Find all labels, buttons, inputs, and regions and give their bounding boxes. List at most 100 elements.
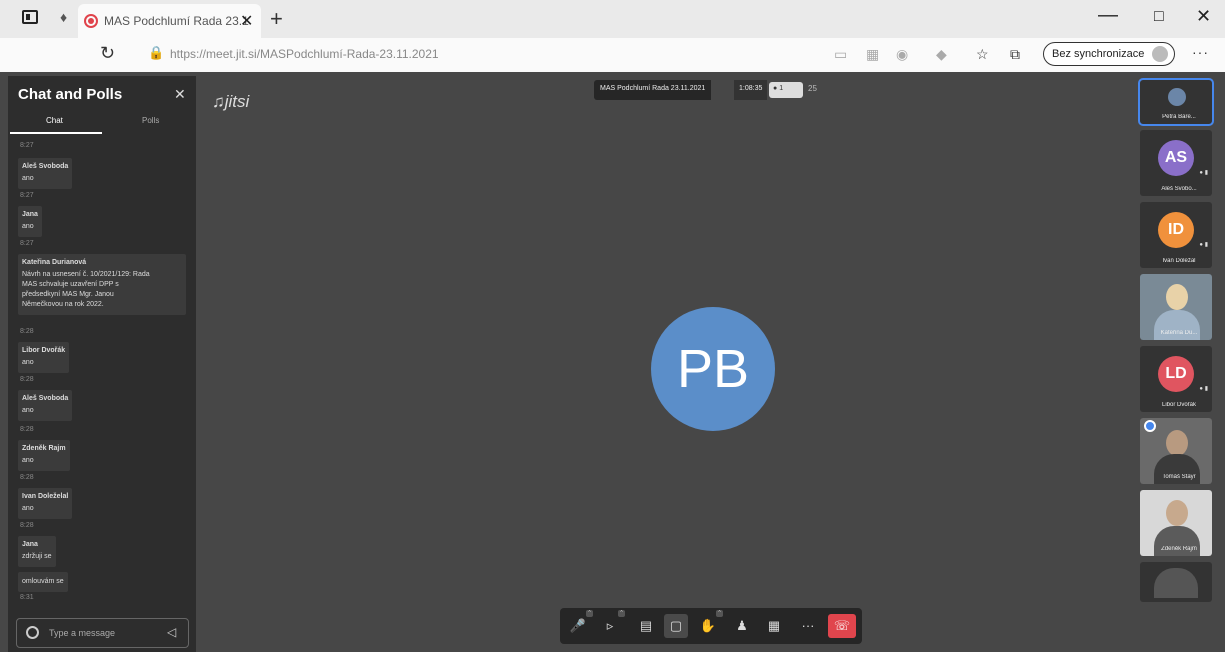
- message-text: ano: [22, 359, 34, 366]
- message-time: 8:27: [20, 240, 34, 247]
- message-time: 8:28: [20, 522, 34, 529]
- message-sender: Ivan Doleželal: [22, 493, 69, 500]
- message-text: ano: [22, 457, 34, 464]
- dominant-speaker-avatar: PB: [651, 307, 775, 431]
- jitsi-logo[interactable]: ♫jitsi: [212, 92, 249, 112]
- message-sender: Zdeněk Rajm: [22, 445, 66, 452]
- chat-message: Kateřina Durianová Návrh na usnesení č. …: [18, 254, 186, 315]
- more-icon[interactable]: ···: [796, 614, 820, 638]
- signal-icon: ● ▮: [1199, 386, 1208, 392]
- message-text: zdržuji se: [22, 553, 52, 560]
- message-text: ano: [22, 223, 34, 230]
- raise-hand-icon[interactable]: ✋: [696, 614, 720, 638]
- meeting-duration: 1:08:35: [734, 80, 768, 100]
- new-tab-icon[interactable]: +: [270, 6, 283, 32]
- avatar: AS: [1158, 140, 1194, 176]
- split-screen-icon[interactable]: ▭: [834, 46, 847, 63]
- lock-icon[interactable]: 🔒: [148, 45, 164, 61]
- favorites-icon[interactable]: ☆: [976, 46, 989, 63]
- avatar: ID: [1158, 212, 1194, 248]
- chat-close-icon[interactable]: ✕: [174, 86, 186, 103]
- message-sender: Kateřina Durianová: [22, 259, 87, 266]
- tab-title: MAS Podchlumí Rada 23.1: [104, 14, 249, 28]
- chat-icon[interactable]: ▢: [664, 614, 688, 638]
- participant-tile[interactable]: ID ● ▮ Ivan Doležal: [1140, 202, 1212, 268]
- emoji-icon[interactable]: [26, 626, 39, 639]
- message-line: Němečkovou na rok 2022.: [22, 301, 104, 308]
- participant-name: Ivan Doležal: [1162, 258, 1196, 264]
- participants-count-value: 1: [779, 85, 784, 92]
- avatar: [1168, 88, 1186, 106]
- participants-count[interactable]: ● 1: [769, 82, 803, 98]
- mic-options-icon[interactable]: ^: [586, 610, 593, 617]
- tab-actions-icon[interactable]: [22, 10, 38, 24]
- meeting-toolbar: 🎤 ^ ▹ ^ ▤ ▢ ✋ ^ ♟ ▦ ··· ☏: [560, 608, 862, 644]
- message-time: 8:28: [20, 328, 34, 335]
- camera-off-icon[interactable]: ▹: [598, 614, 622, 638]
- tile-view-icon[interactable]: ▦: [762, 614, 786, 638]
- profile-sync-button[interactable]: Bez synchronizace: [1043, 42, 1175, 66]
- profile-avatar-icon: [1152, 46, 1168, 62]
- tab-close-icon[interactable]: ✕: [240, 11, 253, 31]
- browser-tab-strip: ♦ MAS Podchlumí Rada 23.1 ✕ + — □ ✕: [0, 0, 1225, 38]
- app-available-icon[interactable]: ▦: [866, 46, 879, 63]
- jitsi-app: Chat and Polls ✕ Chat Polls 8:27 Aleš Sv…: [0, 72, 1225, 652]
- participant-name: Tomáš Štayr: [1162, 474, 1196, 480]
- message-time: 8:31: [20, 594, 34, 601]
- participant-name: Aleš Svobo...: [1161, 186, 1197, 192]
- avatar: LD: [1158, 356, 1194, 392]
- participant-tile[interactable]: Zdeněk Rajm: [1140, 490, 1212, 556]
- message-sender: Jana: [22, 211, 38, 218]
- message-text: Návrh na usnesení č. 10/2021/129: Rada M…: [22, 270, 182, 310]
- reactions-options-icon[interactable]: ^: [716, 610, 723, 617]
- settings-more-icon[interactable]: ···: [1192, 44, 1209, 60]
- participant-tile[interactable]: LD ● ▮ Libor Dvořák: [1140, 346, 1212, 412]
- chat-message-input[interactable]: Type a message ◁: [16, 618, 189, 648]
- participant-name: Petra Bare...: [1162, 114, 1196, 120]
- chat-message-list[interactable]: 8:27 Aleš Svoboda ano 8:27 Jana ano 8:27…: [8, 136, 196, 606]
- connection-indicator[interactable]: 25: [808, 84, 817, 93]
- collections-icon[interactable]: ⧉: [1010, 46, 1020, 63]
- send-icon[interactable]: ◁: [167, 625, 176, 639]
- message-text: ano: [22, 505, 34, 512]
- message-sender: Jana: [22, 541, 38, 548]
- browser-tab-active[interactable]: MAS Podchlumí Rada 23.1 ✕: [78, 4, 261, 38]
- chat-message: Aleš Svoboda ano: [18, 390, 73, 421]
- read-aloud-icon[interactable]: ◉: [896, 46, 908, 63]
- logo-text: jitsi: [224, 92, 250, 111]
- participant-tile[interactable]: Kateřina Du...: [1140, 274, 1212, 340]
- recording-icon: [84, 14, 98, 28]
- chat-title: Chat and Polls: [18, 86, 123, 103]
- extension-icon[interactable]: ◆: [936, 46, 947, 63]
- participant-video: [1154, 568, 1198, 598]
- message-time: 8:28: [20, 376, 34, 383]
- restore-icon[interactable]: □: [1154, 8, 1164, 26]
- tab-chat[interactable]: Chat: [46, 116, 63, 125]
- participant-tile[interactable]: AS ● ▮ Aleš Svobo...: [1140, 130, 1212, 196]
- reload-icon[interactable]: ↻: [100, 43, 115, 64]
- tab-polls[interactable]: Polls: [142, 116, 159, 125]
- camera-options-icon[interactable]: ^: [618, 610, 625, 617]
- chat-message: Aleš Svoboda ano: [18, 158, 73, 189]
- filmstrip: Petra Bare... AS ● ▮ Aleš Svobo... ID ● …: [1138, 78, 1214, 652]
- sync-label: Bez synchronizace: [1052, 48, 1145, 60]
- mic-muted-icon[interactable]: 🎤: [566, 614, 590, 638]
- message-text: ano: [22, 175, 34, 182]
- active-tab-indicator: [10, 132, 102, 134]
- hangup-icon[interactable]: ☏: [828, 614, 856, 638]
- participant-tile[interactable]: [1140, 562, 1212, 602]
- url-field[interactable]: https://meet.jit.si/MASPodchlumí-Rada-23…: [170, 47, 439, 61]
- message-time: 8:28: [20, 474, 34, 481]
- window-close-icon[interactable]: ✕: [1196, 6, 1211, 27]
- invite-icon[interactable]: ♟: [730, 614, 754, 638]
- participant-name: Kateřina Du...: [1160, 330, 1198, 336]
- chat-message: Zdeněk Rajm ano: [18, 440, 70, 471]
- participant-tile[interactable]: Petra Bare...: [1138, 78, 1214, 126]
- share-screen-icon[interactable]: ▤: [634, 614, 658, 638]
- message-line: Návrh na usnesení č. 10/2021/129: Rada: [22, 271, 150, 278]
- input-placeholder: Type a message: [49, 628, 116, 638]
- pin-icon[interactable]: ♦: [60, 9, 67, 25]
- signal-icon: ● ▮: [1199, 170, 1208, 176]
- message-sender: Aleš Svoboda: [22, 163, 69, 170]
- minimize-icon[interactable]: —: [1098, 4, 1118, 27]
